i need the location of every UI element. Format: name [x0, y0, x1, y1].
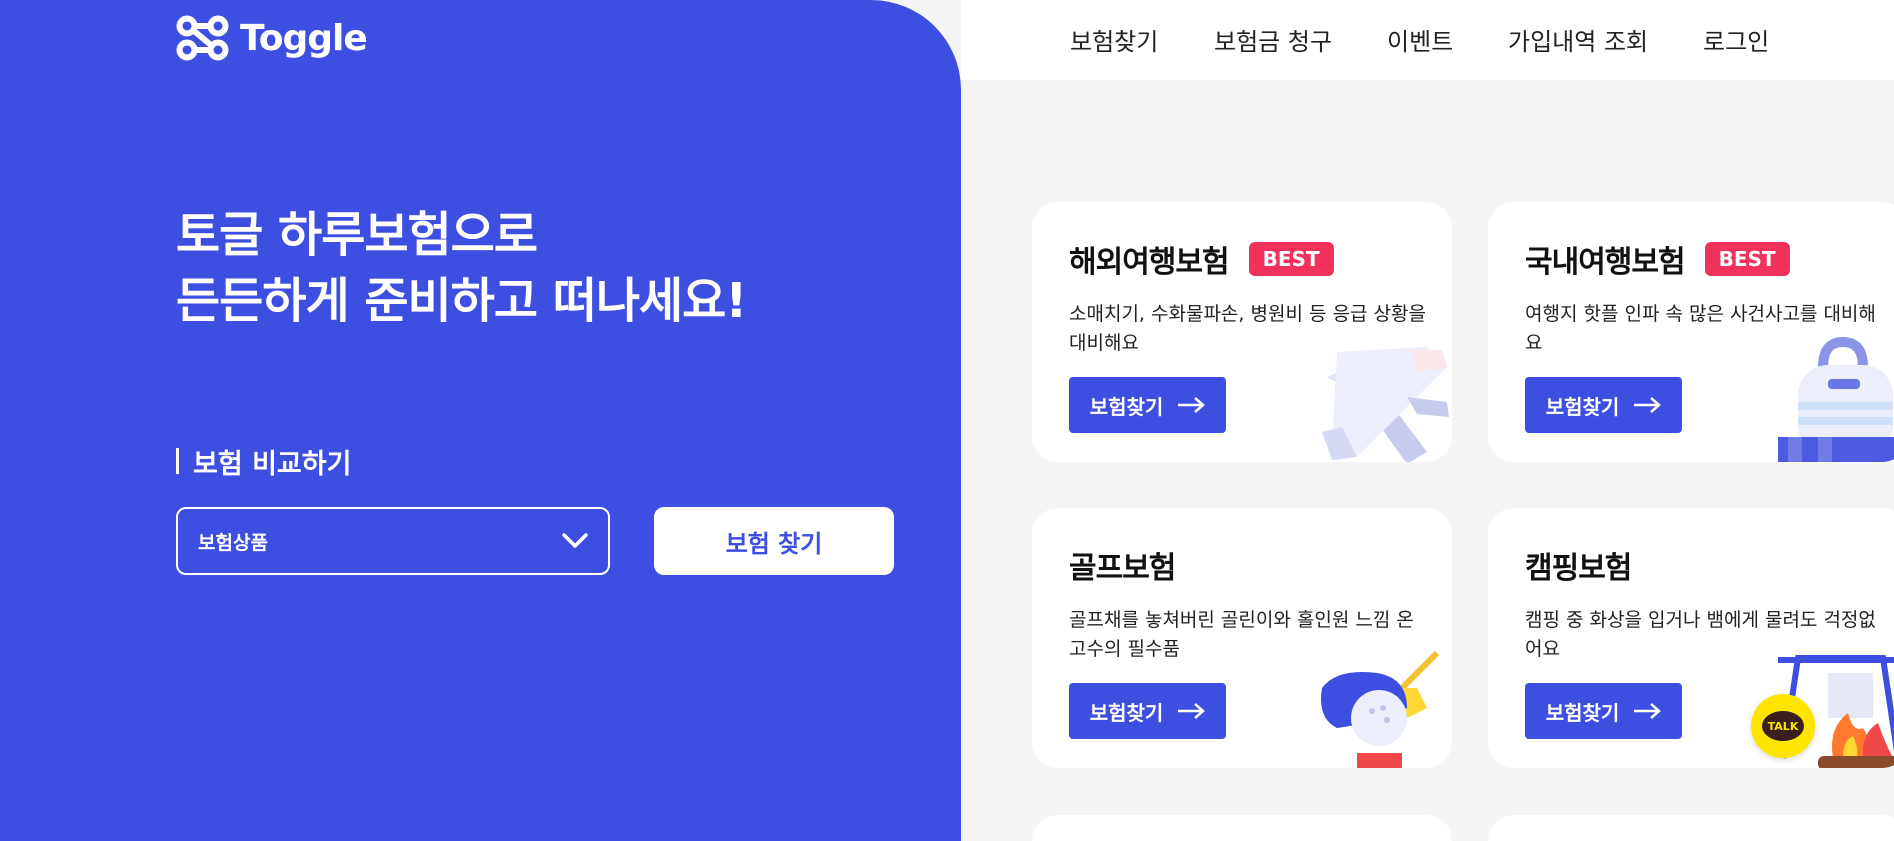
product-select[interactable]: 보험상품 — [176, 507, 610, 575]
nav-login[interactable]: 로그인 — [1703, 22, 1769, 57]
compare-label: 보험 비교하기 — [176, 444, 352, 480]
card-partial-next-1 — [1032, 815, 1452, 841]
toggle-logo-icon — [176, 15, 229, 61]
headline-line-2: 든든하게 준비하고 떠나세요! — [176, 273, 747, 329]
card-title-row: 해외여행보험 BEST — [1069, 237, 1334, 281]
card-camping[interactable]: 캠핑보험 캠핑 중 화상을 입거나 뱀에게 물려도 걱정없어요 보험찾기 — [1488, 508, 1894, 768]
card-partial-next-2 — [1488, 815, 1894, 841]
card-find-button[interactable]: 보험찾기 — [1525, 377, 1682, 433]
kakao-talk-label: TALK — [1767, 719, 1799, 733]
card-find-button-label: 보험찾기 — [1089, 394, 1164, 419]
airplane-icon — [1322, 347, 1449, 462]
card-title-row: 골프보험 — [1069, 543, 1176, 587]
find-insurance-button[interactable]: 보험 찾기 — [654, 507, 894, 575]
hero-panel: Toggle 토글 하루보험으로 든든하게 준비하고 떠나세요! 보험 비교하기… — [0, 0, 961, 841]
nav-find-insurance[interactable]: 보험찾기 — [1070, 22, 1158, 57]
golf-icon — [1321, 650, 1440, 768]
logo[interactable]: Toggle — [176, 10, 368, 66]
card-find-button[interactable]: 보험찾기 — [1069, 683, 1226, 739]
compare-label-text: 보험 비교하기 — [193, 448, 352, 480]
best-badge: BEST — [1248, 242, 1334, 276]
hero-headline: 토글 하루보험으로 든든하게 준비하고 떠나세요! — [176, 202, 747, 334]
kakao-talk-button[interactable]: TALK — [1751, 694, 1815, 758]
card-title-row: 국내여행보험 BEST — [1525, 237, 1790, 281]
kakao-talk-icon: TALK — [1762, 711, 1804, 741]
card-domestic-travel[interactable]: 국내여행보험 BEST 여행지 핫플 인파 속 많은 사건사고를 대비해요 보험… — [1488, 202, 1894, 462]
arrow-right-icon — [1178, 397, 1206, 413]
product-select-value: 보험상품 — [198, 531, 268, 554]
nav-subscription-history[interactable]: 가입내역 조회 — [1508, 22, 1648, 57]
nav-event[interactable]: 이벤트 — [1387, 22, 1453, 57]
backpack-icon — [1778, 337, 1894, 462]
card-find-button-label: 보험찾기 — [1545, 700, 1620, 725]
chevron-down-icon — [562, 533, 588, 548]
card-title: 해외여행보험 — [1069, 245, 1230, 280]
nav-claim[interactable]: 보험금 청구 — [1214, 22, 1332, 57]
card-title: 국내여행보험 — [1525, 245, 1686, 280]
arrow-right-icon — [1178, 703, 1206, 719]
card-find-button-label: 보험찾기 — [1545, 394, 1620, 419]
card-find-button[interactable]: 보험찾기 — [1069, 377, 1226, 433]
card-golf[interactable]: 골프보험 골프채를 놓쳐버린 골린이와 홀인원 느낌 온 고수의 필수품 보험찾… — [1032, 508, 1452, 768]
card-title-row: 캠핑보험 — [1525, 543, 1632, 587]
headline-line-1: 토글 하루보험으로 — [176, 207, 538, 263]
card-title: 골프보험 — [1069, 551, 1176, 586]
card-overseas-travel[interactable]: 해외여행보험 BEST 소매치기, 수화물파손, 병원비 등 응급 상황을 대비… — [1032, 202, 1452, 462]
top-nav: 보험찾기 보험금 청구 이벤트 가입내역 조회 로그인 — [961, 0, 1894, 80]
card-find-button-label: 보험찾기 — [1089, 700, 1164, 725]
arrow-right-icon — [1634, 703, 1662, 719]
card-title: 캠핑보험 — [1525, 551, 1632, 586]
best-badge: BEST — [1704, 242, 1790, 276]
logo-text: Toggle — [240, 17, 368, 59]
arrow-right-icon — [1634, 397, 1662, 413]
card-find-button[interactable]: 보험찾기 — [1525, 683, 1682, 739]
